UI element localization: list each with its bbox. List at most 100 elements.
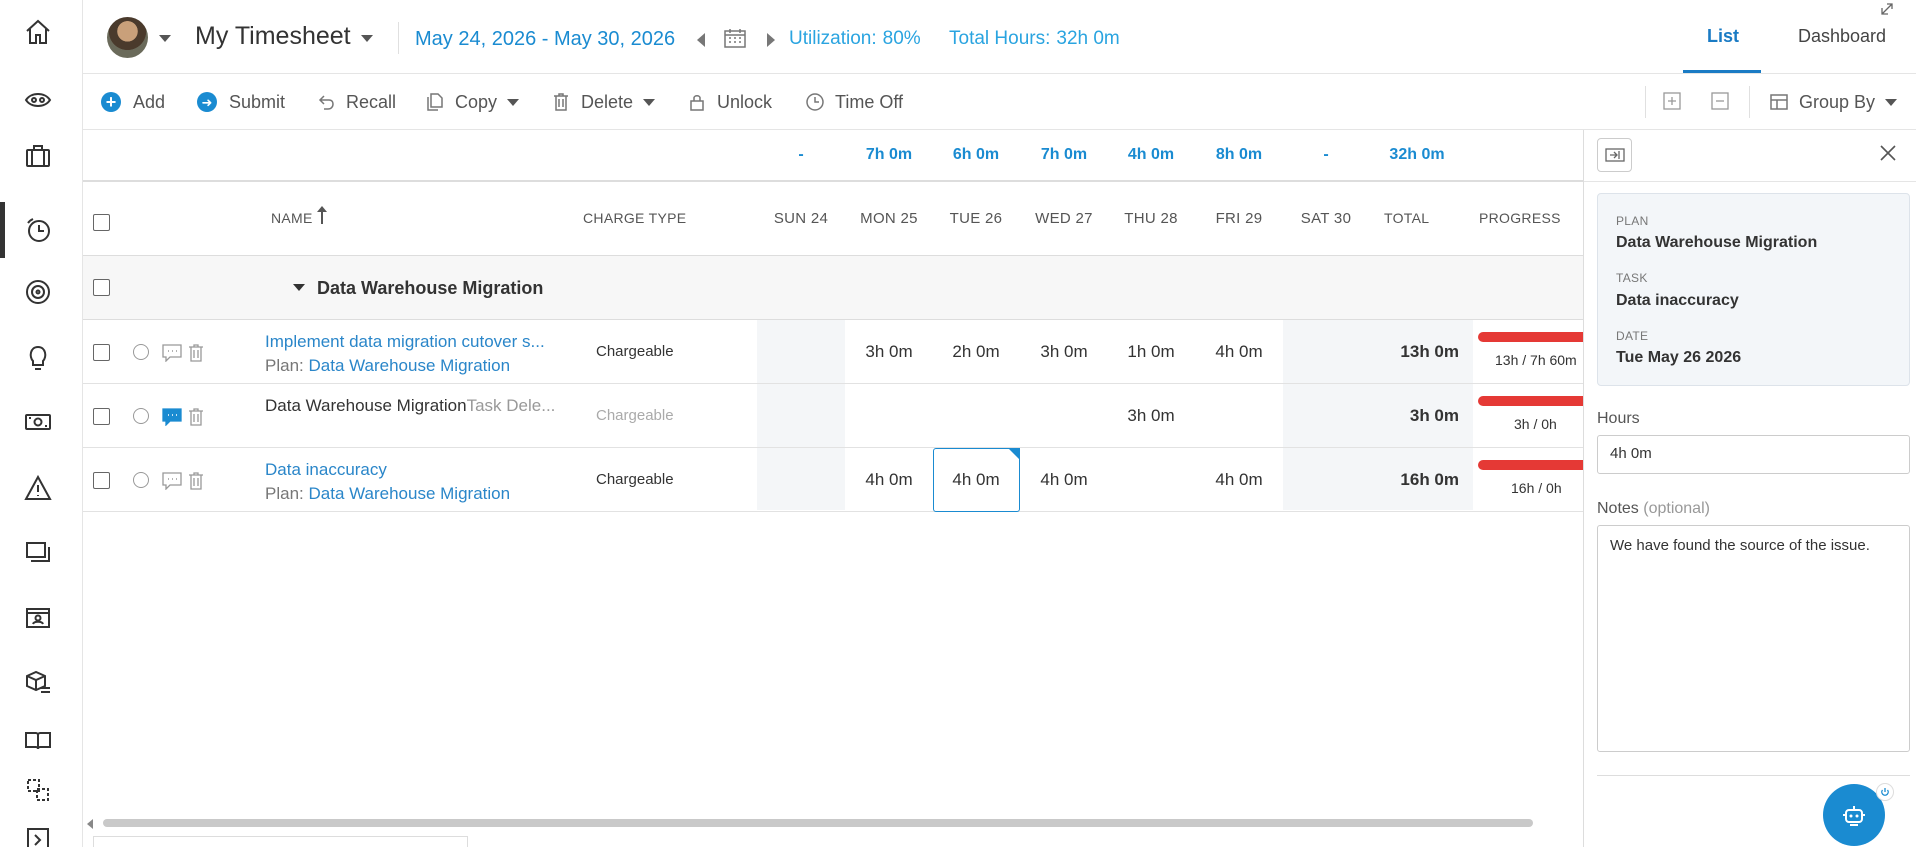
avatar[interactable] — [107, 17, 148, 58]
collapse-caret-icon[interactable] — [293, 284, 305, 291]
column-total: Total — [1384, 210, 1430, 226]
trash-icon[interactable] — [188, 471, 204, 490]
expand-all-icon[interactable] — [1663, 92, 1681, 110]
table-row: Data inaccuracy Plan: Data Warehouse Mig… — [83, 448, 1583, 512]
hours-tue[interactable]: 4h 0m — [936, 470, 1016, 490]
avatar-caret-icon[interactable] — [159, 35, 171, 42]
task-link[interactable]: Implement data migration cutover s... — [265, 332, 545, 352]
warning-icon[interactable] — [18, 468, 58, 508]
progress-text: 13h / 7h 60m — [1495, 352, 1577, 368]
plan-link[interactable]: Data Warehouse Migration — [308, 484, 510, 503]
calendar-icon[interactable] — [724, 28, 746, 48]
add-button[interactable]: + Add — [101, 88, 165, 116]
status-circle-icon[interactable] — [133, 408, 149, 424]
trash-icon[interactable] — [188, 343, 204, 362]
notes-label-text: Notes — [1597, 500, 1639, 517]
delete-caret-icon — [643, 98, 656, 106]
hours-mon[interactable]: 3h 0m — [849, 342, 929, 362]
time-off-button[interactable]: Time Off — [805, 88, 903, 116]
hours-fri[interactable]: 4h 0m — [1199, 470, 1279, 490]
column-charge-type-header[interactable]: Charge Type — [583, 210, 686, 226]
undo-icon — [318, 95, 334, 110]
panel-collapse-icon — [1604, 148, 1625, 162]
select-all-checkbox[interactable] — [93, 214, 110, 231]
page-title[interactable]: My Timesheet — [195, 22, 351, 51]
collapse-all-icon[interactable] — [1711, 92, 1729, 110]
expand-icon[interactable] — [1880, 2, 1894, 16]
group-title[interactable]: Data Warehouse Migration — [293, 278, 543, 299]
notes-textarea[interactable]: We have found the source of the issue. — [1597, 525, 1910, 752]
row-checkbox[interactable] — [93, 472, 110, 489]
copy-button[interactable]: Copy — [425, 88, 520, 116]
home-icon[interactable] — [18, 12, 58, 52]
robot-icon — [1843, 806, 1865, 826]
hours-wed[interactable]: 3h 0m — [1024, 342, 1104, 362]
plan-link[interactable]: Data Warehouse Migration — [308, 356, 510, 375]
group-by-button[interactable]: Group By — [1769, 88, 1898, 116]
horizontal-scrollbar[interactable] — [83, 816, 1591, 830]
column-thu: Thu 28 — [1124, 210, 1178, 227]
progress-bar — [1478, 332, 1583, 342]
hours-wed[interactable]: 4h 0m — [1024, 470, 1104, 490]
target-icon[interactable] — [18, 272, 58, 312]
hours-label: Hours — [1597, 410, 1640, 427]
plan-value: Data Warehouse Migration — [1616, 234, 1818, 251]
title-caret-icon[interactable] — [361, 35, 373, 42]
contact-card-icon[interactable] — [18, 597, 58, 637]
column-name-header[interactable]: Name — [271, 206, 327, 226]
scroll-left-icon[interactable] — [87, 819, 93, 829]
notes-label: Notes (optional) — [1597, 500, 1710, 518]
group-checkbox[interactable] — [93, 279, 110, 296]
task-value: Data inaccuracy — [1616, 292, 1739, 309]
recall-button[interactable]: Recall — [316, 88, 396, 116]
package-list-icon[interactable] — [18, 662, 58, 702]
unlock-button[interactable]: Unlock — [687, 88, 772, 116]
daily-total-wed: 7h 0m — [1040, 146, 1088, 163]
hours-tue[interactable]: 2h 0m — [936, 342, 1016, 362]
daily-totals-row: - 7h 0m 6h 0m 7h 0m 4h 0m 8h 0m - 32h 0m — [83, 130, 1583, 182]
task-link[interactable]: Data inaccuracy — [265, 460, 387, 480]
eye-icon[interactable] — [18, 80, 58, 120]
delete-button[interactable]: Delete — [551, 88, 656, 116]
row-checkbox[interactable] — [93, 344, 110, 361]
arrow-box-icon[interactable] — [18, 820, 58, 847]
money-icon[interactable] — [18, 402, 58, 442]
row-checkbox[interactable] — [93, 408, 110, 425]
timesheet-icon[interactable] — [18, 210, 58, 250]
hours-input[interactable]: 4h 0m — [1597, 435, 1910, 474]
comment-icon[interactable] — [162, 344, 182, 362]
sort-asc-icon[interactable] — [316, 206, 327, 224]
date-range[interactable]: May 24, 2026 - May 30, 2026 — [415, 28, 675, 51]
hours-fri[interactable]: 4h 0m — [1199, 342, 1279, 362]
comment-filled-icon[interactable] — [162, 408, 182, 426]
power-icon[interactable] — [1876, 783, 1894, 801]
status-circle-icon[interactable] — [133, 344, 149, 360]
hours-mon[interactable]: 4h 0m — [849, 470, 929, 490]
briefcase-icon[interactable] — [18, 136, 58, 176]
prev-week-icon[interactable] — [697, 33, 705, 47]
tab-dashboard[interactable]: Dashboard — [1798, 26, 1886, 47]
book-icon[interactable] — [18, 720, 58, 760]
utilization-label: Utilization: — [789, 28, 877, 49]
collapse-panel-button[interactable] — [1597, 138, 1632, 172]
column-fri: Fri 29 — [1215, 210, 1263, 227]
arrow-right-circle-icon: ➜ — [197, 92, 217, 112]
hours-thu[interactable]: 1h 0m — [1111, 342, 1191, 362]
lightbulb-icon[interactable] — [18, 337, 58, 377]
trash-icon[interactable] — [188, 407, 204, 426]
time-off-label: Time Off — [835, 91, 904, 112]
next-week-icon[interactable] — [767, 33, 775, 47]
hours-thu[interactable]: 3h 0m — [1111, 406, 1191, 426]
dashed-boxes-icon[interactable] — [18, 770, 58, 810]
tab-list[interactable]: List — [1707, 26, 1739, 47]
group-row[interactable]: Data Warehouse Migration — [83, 256, 1583, 320]
copy-icon — [427, 93, 443, 111]
daily-total-fri: 8h 0m — [1215, 146, 1263, 163]
close-icon[interactable] — [1879, 144, 1897, 162]
submit-button[interactable]: ➜ Submit — [197, 88, 285, 116]
scrollbar-thumb[interactable] — [103, 819, 1533, 827]
comment-icon[interactable] — [162, 472, 182, 490]
status-circle-icon[interactable] — [133, 472, 149, 488]
layers-icon[interactable] — [18, 532, 58, 572]
copy-caret-icon — [507, 98, 520, 106]
